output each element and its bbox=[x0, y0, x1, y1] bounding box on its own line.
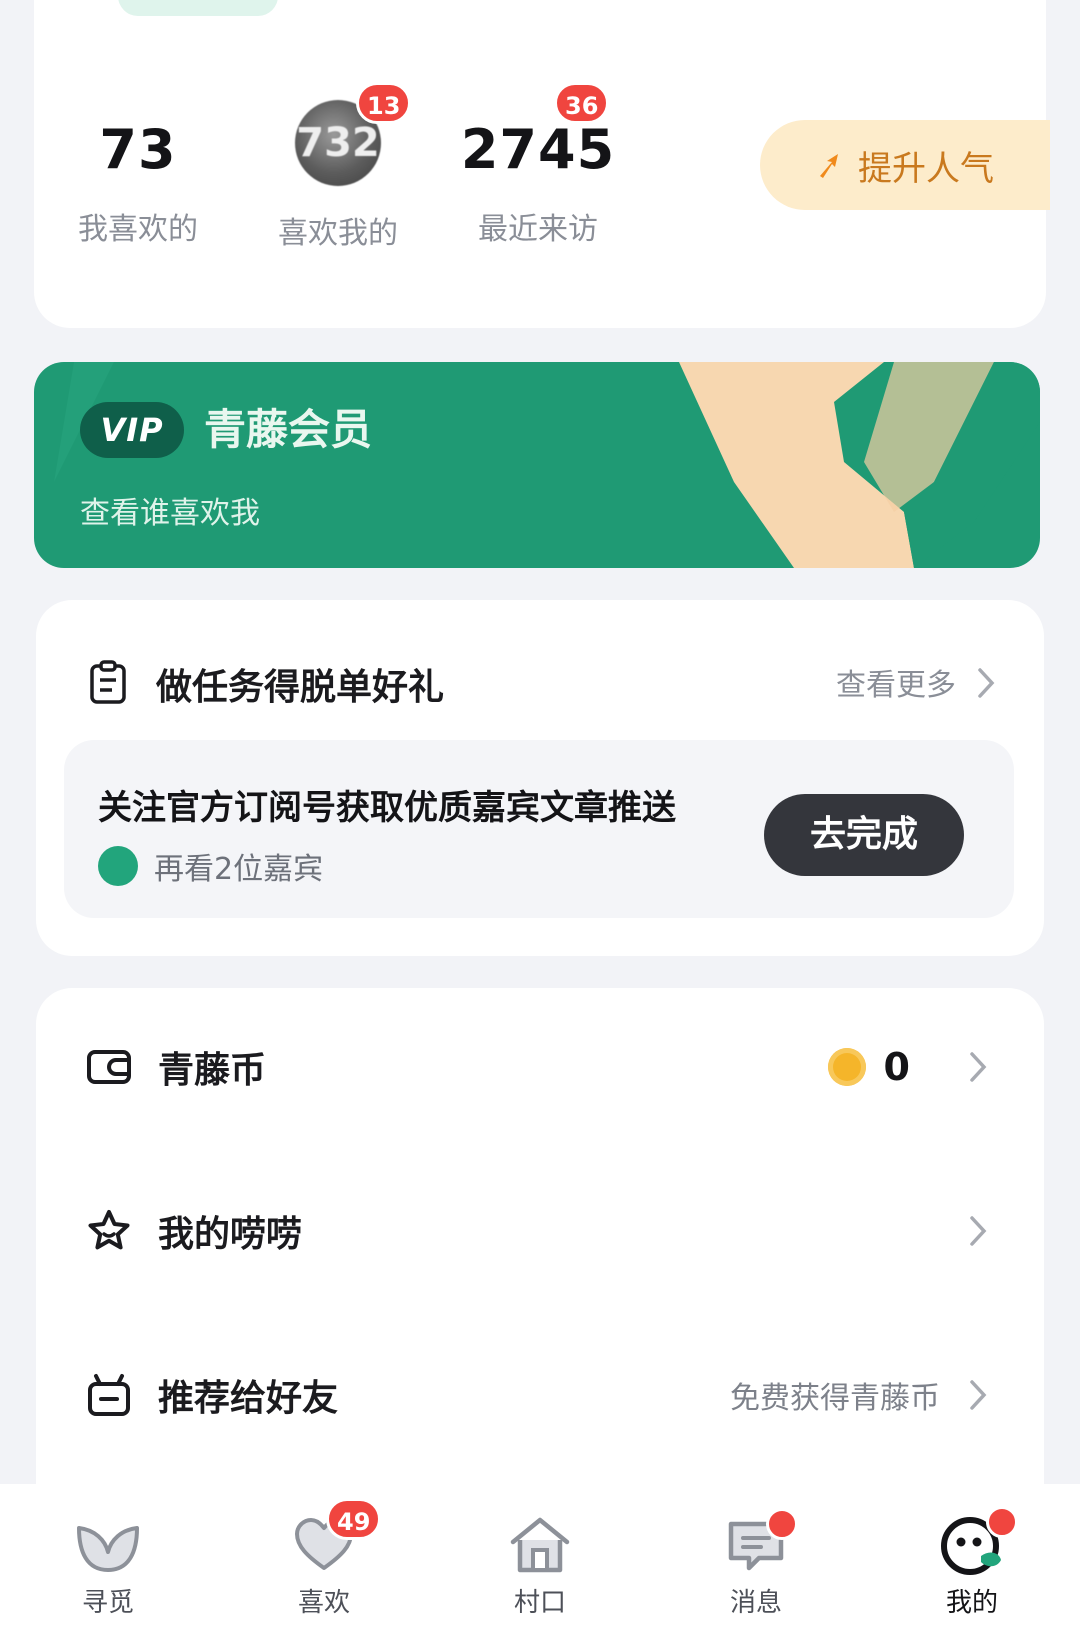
tab-messages-label: 消息 bbox=[729, 1588, 782, 1618]
task-description: 关注官方订阅号获取优质嘉宾文章推送 bbox=[98, 788, 676, 828]
tab-discover[interactable]: 寻觅 bbox=[0, 1484, 216, 1630]
vip-banner[interactable]: VIP 青藤会员 查看谁喜欢我 bbox=[34, 362, 1040, 568]
vip-title: 青藤会员 bbox=[204, 405, 373, 454]
boost-popularity-button[interactable]: 提升人气 bbox=[760, 120, 1050, 210]
leaf-icon bbox=[77, 1526, 139, 1572]
likes-badge: 49 bbox=[326, 1498, 382, 1540]
menu-posts-label: 我的唠唠 bbox=[158, 1214, 303, 1255]
coins-balance: 0 bbox=[827, 1045, 988, 1089]
menu-card: 青藤币 0 我的唠唠 推荐给好友 免费获得青藤币 bbox=[36, 988, 1044, 1508]
tab-discover-label: 寻觅 bbox=[81, 1588, 134, 1618]
stat-liked-me[interactable]: 732 喜欢我的 bbox=[248, 100, 428, 252]
chevron-right-icon bbox=[970, 1216, 987, 1246]
menu-item-coins[interactable]: 青藤币 0 bbox=[36, 1012, 1044, 1122]
coins-value: 0 bbox=[883, 1045, 910, 1089]
menu-item-invite[interactable]: 推荐给好友 免费获得青藤币 bbox=[36, 1340, 1044, 1450]
task-meta: 再看2位嘉宾 bbox=[98, 844, 323, 888]
tab-likes[interactable]: 喜欢 bbox=[216, 1484, 432, 1630]
coin-icon bbox=[827, 1048, 866, 1086]
stat-liked[interactable]: 73 我喜欢的 bbox=[48, 120, 228, 248]
tab-likes-label: 喜欢 bbox=[297, 1588, 350, 1618]
home-icon bbox=[510, 1517, 570, 1573]
task-card: 做任务得脱单好礼 查看更多 关注官方订阅号获取优质嘉宾文章推送 再看2位嘉宾 去… bbox=[36, 600, 1044, 956]
profile-decoration bbox=[118, 0, 278, 16]
star-icon bbox=[88, 1210, 130, 1250]
guests-icon bbox=[98, 846, 138, 886]
task-meta-label: 再看2位嘉宾 bbox=[154, 852, 324, 887]
menu-invite-label: 推荐给好友 bbox=[158, 1378, 339, 1419]
go-complete-button[interactable]: 去完成 bbox=[764, 794, 964, 876]
stat-liked-label: 我喜欢的 bbox=[78, 212, 198, 247]
tab-village-label: 村口 bbox=[513, 1588, 566, 1618]
vip-subtitle: 查看谁喜欢我 bbox=[80, 496, 260, 531]
chevron-right-icon bbox=[970, 1052, 987, 1082]
tab-village[interactable]: 村口 bbox=[432, 1484, 648, 1630]
vip-banner-decoration bbox=[54, 362, 1040, 568]
stat-visitors[interactable]: 2745 最近来访 bbox=[448, 120, 628, 248]
stat-liked-me-label: 喜欢我的 bbox=[278, 216, 398, 251]
tab-me[interactable]: 我的 bbox=[864, 1484, 1080, 1630]
boost-label: 提升人气 bbox=[858, 148, 994, 189]
visitors-badge: 36 bbox=[554, 82, 610, 124]
chevron-right-icon[interactable] bbox=[976, 666, 996, 700]
wallet-icon bbox=[87, 1050, 131, 1084]
messages-unread-dot bbox=[766, 1508, 798, 1540]
gift-icon bbox=[88, 1374, 130, 1416]
menu-item-posts[interactable]: 我的唠唠 bbox=[36, 1176, 1044, 1286]
bottom-tab-bar: 寻觅 喜欢 49 村口 消息 我的 bbox=[0, 1484, 1080, 1630]
liked-me-badge: 13 bbox=[356, 82, 412, 124]
vip-badge: VIP bbox=[80, 402, 184, 458]
tab-messages[interactable]: 消息 bbox=[648, 1484, 864, 1630]
tab-me-label: 我的 bbox=[945, 1588, 998, 1618]
stat-visitors-value: 2745 bbox=[460, 118, 616, 181]
arrow-up-icon bbox=[820, 154, 838, 178]
task-item: 关注官方订阅号获取优质嘉宾文章推送 再看2位嘉宾 去完成 bbox=[64, 740, 1014, 918]
view-more-link[interactable]: 查看更多 bbox=[836, 660, 956, 704]
clipboard-icon bbox=[90, 660, 126, 704]
stat-visitors-label: 最近来访 bbox=[478, 212, 598, 247]
chevron-right-icon bbox=[970, 1380, 987, 1410]
stat-liked-value: 73 bbox=[99, 118, 177, 181]
task-header-title: 做任务得脱单好礼 bbox=[156, 667, 445, 708]
me-notification-dot bbox=[986, 1506, 1018, 1538]
menu-invite-hint: 免费获得青藤币 bbox=[730, 1381, 940, 1416]
menu-coins-label: 青藤币 bbox=[158, 1050, 267, 1091]
